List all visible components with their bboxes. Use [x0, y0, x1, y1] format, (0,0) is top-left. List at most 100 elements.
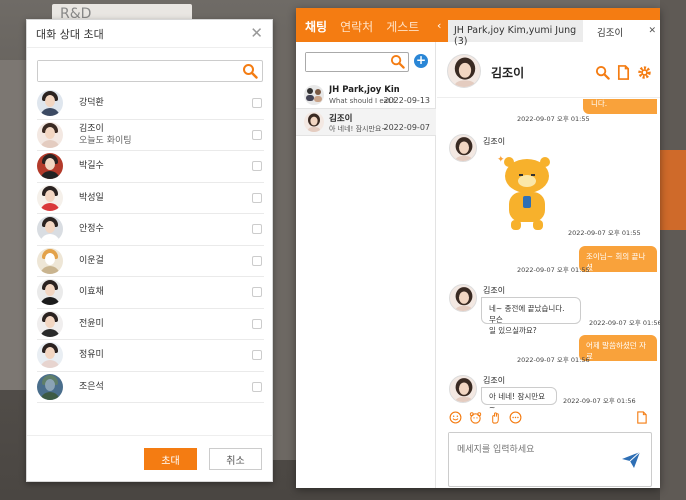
- list-item[interactable]: 안정수: [37, 214, 264, 246]
- incoming-message: 네~ 종전에 끝났습니다. 무슨 일 있으실까요?: [481, 297, 581, 335]
- attach-file-icon[interactable]: [635, 411, 648, 424]
- gear-icon[interactable]: [637, 65, 652, 80]
- contact-name: 강덕환: [79, 98, 104, 109]
- file-icon[interactable]: [616, 65, 631, 80]
- message-composer: [448, 432, 652, 487]
- avatar: [37, 184, 63, 211]
- close-icon[interactable]: ✕: [250, 26, 263, 41]
- avatar: [37, 373, 63, 400]
- close-icon[interactable]: ✕: [648, 26, 656, 36]
- list-item[interactable]: 정유미: [37, 340, 264, 372]
- avatar: [37, 342, 63, 369]
- room-tab-kim[interactable]: 김조이 ✕: [583, 20, 660, 42]
- message-time: 2022-09-07 오후 01:56: [563, 397, 636, 405]
- contact-checkbox[interactable]: [252, 98, 262, 108]
- invite-dialog: 대화 상대 초대 ✕ 강덕환 김조이 오늘도 화이팅 박길수 박성일 안정수 이…: [26, 19, 273, 482]
- list-item[interactable]: 김조이 아 네네! 잠시만요~ 2022-09-07: [296, 109, 436, 136]
- invite-dialog-title: 대화 상대 초대: [36, 27, 104, 41]
- sender-name: 김조이: [483, 286, 506, 295]
- contact-status: 오늘도 화이팅: [79, 135, 132, 146]
- contact-name: 정유미: [79, 350, 104, 361]
- room-search: [305, 52, 409, 72]
- message-text: 조이님~ 회의 끝나셨: [586, 252, 646, 272]
- search-icon[interactable]: [595, 65, 610, 80]
- group-avatar-icon: [306, 88, 322, 102]
- sticker-icon[interactable]: [469, 411, 482, 424]
- bear-sticker-icon: ✦: [497, 155, 550, 230]
- list-item[interactable]: JH Park,joy Kim... What should I eat for…: [296, 82, 436, 109]
- invite-search-input[interactable]: [38, 61, 228, 81]
- room-search-input[interactable]: [306, 53, 386, 71]
- contact-checkbox[interactable]: [252, 129, 262, 140]
- list-item[interactable]: 조은석: [37, 372, 264, 403]
- list-item[interactable]: 이효채: [37, 277, 264, 309]
- message-text: 요청하려구요 ^^: [586, 363, 643, 372]
- emoji-icon[interactable]: [449, 411, 462, 424]
- hand-icon[interactable]: [489, 411, 502, 424]
- invite-dialog-header: 대화 상대 초대 ✕: [27, 20, 272, 48]
- background-wall: [273, 30, 296, 460]
- message-time: 2022-09-07 오후 01:55: [568, 229, 641, 237]
- person-avatar-icon: [455, 137, 473, 161]
- avatar: [37, 90, 63, 117]
- person-avatar-icon: [454, 57, 476, 87]
- contact-checkbox[interactable]: [252, 350, 262, 360]
- add-room-icon[interactable]: +: [414, 54, 428, 68]
- sender-name: 김조이: [483, 376, 506, 385]
- room-tab-label: 김조이: [597, 28, 624, 39]
- contact-checkbox[interactable]: [252, 255, 262, 266]
- room-tab-group[interactable]: JH Park,joy Kim,yumi Jung (3): [448, 20, 583, 47]
- avatar: [449, 284, 477, 312]
- room-date: 2022-09-13: [383, 96, 431, 105]
- search-icon[interactable]: [242, 63, 258, 79]
- contact-name: 조은석: [79, 381, 104, 392]
- list-item[interactable]: 강덕환: [37, 88, 264, 120]
- list-item[interactable]: 박성일: [37, 183, 264, 214]
- contact-name: 전윤미: [79, 318, 104, 329]
- tab-contacts[interactable]: 연락처: [340, 18, 373, 35]
- avatar: [37, 121, 63, 148]
- person-avatar-icon: [455, 287, 473, 311]
- avatar: [37, 216, 63, 243]
- more-icon[interactable]: [509, 411, 522, 424]
- contact-checkbox[interactable]: [252, 224, 262, 234]
- outgoing-message: 어제 말씀하셨던 자료 요청하려구요 ^^: [579, 335, 657, 372]
- list-item[interactable]: 전윤미: [37, 309, 264, 340]
- chat-window: 채팅 연락처 게스트 ‹ JH Park,joy Kim,yumi Jung (…: [296, 8, 660, 488]
- avatar: [37, 247, 63, 274]
- contact-checkbox[interactable]: [252, 287, 262, 297]
- search-icon[interactable]: [390, 54, 405, 69]
- message-time: 2022-09-07 오후 01:56: [517, 356, 590, 364]
- contact-checkbox[interactable]: [252, 161, 262, 171]
- background-wall: [660, 0, 686, 500]
- contact-checkbox[interactable]: [252, 318, 262, 329]
- incoming-message: 아 네네! 잠시만요~: [481, 387, 557, 409]
- message-text: 을까요?: [586, 274, 611, 283]
- conversation-pane: 김조이 니다. 2022-09-07 오후 01:55 김조이 ✦ 2022-0…: [437, 42, 660, 488]
- chat-top-bar: 채팅 연락처 게스트 ‹ JH Park,joy Kim,yumi Jung (…: [296, 8, 660, 47]
- contact-checkbox[interactable]: [252, 381, 262, 392]
- invite-button[interactable]: 초대: [144, 448, 197, 470]
- tab-chat[interactable]: 채팅: [305, 18, 327, 35]
- avatar: [37, 279, 63, 306]
- conversation-header: 김조이: [437, 42, 660, 98]
- avatar: [447, 54, 481, 88]
- message-text: 아 네네! 잠시만요~: [489, 392, 546, 409]
- send-icon[interactable]: [621, 451, 641, 469]
- contact-name: 박성일: [79, 192, 104, 203]
- list-item[interactable]: 김조이 오늘도 화이팅: [37, 120, 264, 151]
- avatar: [37, 310, 63, 337]
- contact-name: 안정수: [79, 224, 104, 235]
- message-time: 2022-09-07 오후 01:56: [589, 319, 660, 327]
- cancel-button[interactable]: 취소: [209, 448, 262, 470]
- avatar: [449, 134, 477, 162]
- message-time: 2022-09-07 오후 01:55: [517, 115, 590, 123]
- list-item[interactable]: 박길수: [37, 151, 264, 183]
- tab-guest[interactable]: 게스트: [386, 18, 419, 35]
- list-item[interactable]: 이운걸: [37, 246, 264, 277]
- avatar: [304, 85, 324, 105]
- contact-name: 박길수: [79, 161, 104, 172]
- contact-checkbox[interactable]: [252, 192, 262, 203]
- message-input[interactable]: [449, 433, 609, 473]
- chevron-left-icon[interactable]: ‹: [437, 19, 441, 32]
